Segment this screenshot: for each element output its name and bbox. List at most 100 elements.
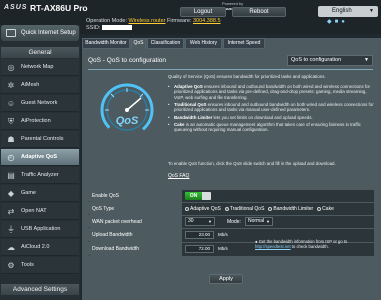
wan-overhead-label: WAN packet overhead [90,216,182,228]
qos-type-text: ensures inbound and outbound bandwidth o… [174,83,370,100]
ssid-label: SSID: [86,25,101,31]
shield-icon: ⛨ [8,117,14,126]
qos-type-radio-cake[interactable]: Cake [317,203,334,215]
status-icons: ◆■● [327,18,348,25]
parental-icon: ☗ [7,135,15,144]
apply-button[interactable]: Apply [209,274,243,284]
radio-dot[interactable] [224,206,229,211]
enable-qos-toggle[interactable]: ON [185,192,211,200]
mode-select[interactable]: Normal ▼ [245,217,273,226]
sidebar-item-label: Traffic Analyzer [21,172,59,178]
overhead-select[interactable]: 30 ▼ [185,217,215,226]
qos-faq-link[interactable]: QoS FAQ [168,173,189,179]
radio-label: Bandwidth Limiter [273,206,314,212]
general-section-header: General [1,47,79,58]
sidebar-item-tools[interactable]: ⚙ Tools [1,257,79,274]
operation-mode: Operation Mode: Wireless router Firmware… [86,18,221,24]
speedtest-link[interactable]: http://speedtest.net [255,244,291,249]
qos-type-row: QoS Type Adaptive QoS Traditional QoS Band… [88,203,374,215]
logout-button[interactable]: Logout [180,7,226,17]
chevron-down-icon: ▼ [369,8,374,14]
qos-type-name: Bandwidth Limiter [174,114,213,120]
sidebar-item-guest-network[interactable]: ☺ Guest Network [1,95,79,112]
quick-internet-setup-button[interactable]: Quick Internet Setup [1,25,79,41]
chevron-down-icon: ▼ [266,219,270,224]
sidebar-item-label: Tools [21,262,34,268]
qos-type-description: Cake is an automatic queue management al… [168,122,375,133]
chevron-down-icon: ▼ [364,57,369,63]
enable-qos-cell: ON [182,190,374,202]
wan-overhead-row: WAN packet overhead 30 ▼ Mode: Normal ▼ [88,216,374,228]
download-bandwidth-label: Download Bandwidth [90,243,182,256]
tab-web-history[interactable]: Web History [185,38,222,49]
wifi-icon[interactable]: ◆ [327,19,335,25]
sidebar-item-adaptive-qos[interactable]: ◴ Adaptive QoS [1,149,79,166]
enable-qos-label: Enable QoS [90,190,182,202]
qos-type-radio-bandwidth-limiter[interactable]: Bandwidth Limiter [268,203,313,215]
qos-type-radio-traditional-qos[interactable]: Traditional QoS [224,203,265,215]
tab-qos[interactable]: QoS [131,38,146,49]
guest-icon: ☺ [6,99,16,108]
sidebar-item-aiprotection[interactable]: ⛨ AiProtection [1,113,79,130]
quick-setup-label: Quick Internet Setup [21,30,76,36]
tab-classification[interactable]: Classification [147,38,184,49]
wan-overhead-cell: 30 ▼ Mode: Normal ▼ [182,216,374,228]
qos-type-description: Adaptive QoS ensures inbound and outboun… [168,84,375,101]
sidebar-item-label: Game [21,190,36,196]
tools-icon: ⚙ [7,261,15,270]
qos-type-description: Traditional QoS ensures inbound and outb… [168,102,375,113]
ssid-value [101,25,132,31]
reboot-button[interactable]: Reboot [232,7,286,17]
radio-dot[interactable] [317,206,322,211]
usb-icon: ⏚ [7,225,15,234]
network-status-icon[interactable]: ● [341,19,348,25]
sidebar-item-label: Network Map [21,64,54,70]
radio-label: Traditional QoS [229,206,265,212]
cloud-icon: ☁ [7,243,15,252]
sidebar-item-traffic-analyzer[interactable]: ▤ Traffic Analyzer [1,167,79,184]
qos-page-select-value: QoS to configuration [291,57,342,63]
upload-bandwidth-input[interactable]: 23.00 [185,231,214,239]
qos-page-select[interactable]: QoS to configuration ▼ [287,55,373,66]
sidebar-item-open-nat[interactable]: ⇄ Open NAT [1,203,79,220]
sidebar-item-aimesh[interactable]: ✲ AiMesh [1,77,79,94]
radio-label: Adaptive QoS [190,206,221,212]
mode-label: Mode: [227,219,241,225]
asus-logo: ASUS [4,4,28,11]
qos-type-name: Adaptive QoS [174,83,203,89]
sidebar-item-label: USB Application [21,226,61,232]
qos-type-description: Bandwidth Limiter lets you set limits on… [168,115,375,121]
download-unit: Mb/s [218,246,228,251]
qos-speedometer-icon: QoS [100,83,154,137]
radio-dot[interactable] [268,206,273,211]
sidebar-item-aicloud-2-0[interactable]: ☁ AiCloud 2.0 [1,239,79,256]
advanced-section-header: Advanced Settings [1,284,79,295]
sidebar-item-label: AiProtection [21,118,51,124]
divider [88,69,373,70]
sidebar-item-label: Adaptive QoS [21,154,58,160]
ssid-row: SSID: [86,25,132,31]
qos-type-name: Traditional QoS [174,101,207,107]
page-title: QoS - QoS to configuration [88,57,167,64]
sidebar-item-parental-controls[interactable]: ☗ Parental Controls [1,131,79,148]
qos-type-radio-adaptive-qos[interactable]: Adaptive QoS [185,203,221,215]
op-mode-link[interactable]: Wireless router [129,18,166,24]
qos-type-name: Cake [174,121,185,127]
language-select[interactable]: English ▼ [318,6,378,17]
sidebar-item-label: Guest Network [21,100,58,106]
sidebar-item-usb-application[interactable]: ⏚ USB Application [1,221,79,238]
game-icon: ◆ [7,189,15,198]
firmware-link[interactable]: 3004.388.5 [193,18,221,24]
radio-dot[interactable] [185,206,189,211]
sidebar-item-game[interactable]: ◆ Game [1,185,79,202]
toggle-knob [202,192,211,200]
map-icon: ◎ [7,63,15,72]
download-bandwidth-input[interactable]: 72.00 [185,245,214,253]
sidebar-item-network-map[interactable]: ◎ Network Map [1,59,79,76]
enable-qos-row: Enable QoS ON [88,190,374,202]
overhead-value: 30 [188,218,194,224]
tab-bandwidth-monitor[interactable]: Bandwidth Monitor [82,38,130,49]
tab-internet-speed[interactable]: Internet Speed [223,38,265,49]
sidebar-item-label: Parental Controls [21,136,64,142]
qos-type-text: is an automatic queue management algorit… [174,121,361,133]
